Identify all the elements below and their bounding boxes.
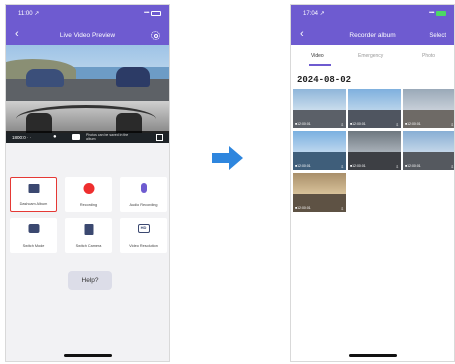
- live-preview-screen: 11:00 ↗ •••• ‹ Live Video Preview 1800:0…: [5, 4, 170, 362]
- switch-camera-icon: [84, 224, 93, 235]
- top-bar: 17:04 ↗ •••• ‹ Recorder album Select: [291, 5, 454, 45]
- tab-video[interactable]: Video: [311, 53, 324, 59]
- video-preview: 1800:0 · · ● Photos can be saved in the …: [6, 45, 169, 143]
- video-resolution-button[interactable]: HD Video Resolution: [120, 218, 167, 253]
- thumbnail-caption: ■12:00:01: [295, 206, 311, 210]
- battery-icon: [151, 11, 161, 16]
- snapshot-hint: Photos can be saved in the album: [86, 133, 129, 141]
- download-icon: ⇩: [340, 122, 344, 127]
- recorder-album-screen: 17:04 ↗ •••• ‹ Recorder album Select Vid…: [290, 4, 455, 362]
- thumbnail-caption: ■12:00:01: [405, 122, 421, 126]
- download-icon: ⇩: [340, 206, 344, 211]
- thumbnail-caption: ■12:00:01: [295, 122, 311, 126]
- dashcam-album-button[interactable]: Dashcam Album: [10, 177, 57, 212]
- switch-mode-button[interactable]: Switch Mode: [10, 218, 57, 253]
- recording-button[interactable]: Recording: [65, 177, 112, 212]
- status-time: 11:00 ↗: [18, 11, 40, 17]
- microphone-icon[interactable]: ●: [53, 134, 57, 140]
- video-thumbnail[interactable]: ■12:00:01 ⇩: [348, 131, 401, 170]
- home-indicator: [348, 354, 397, 357]
- video-thumbnail[interactable]: ■12:00:01 ⇩: [403, 131, 454, 170]
- resolution-readout: 1800:0 · ·: [12, 135, 32, 140]
- tile-label: Recording: [79, 203, 98, 207]
- battery-icon: [436, 11, 446, 16]
- video-thumbnail[interactable]: ■12:00:01 ⇩: [293, 131, 346, 170]
- thumbnail-caption: ■12:00:01: [350, 164, 366, 168]
- top-bar: 11:00 ↗ •••• ‹ Live Video Preview: [6, 5, 169, 45]
- download-icon: ⇩: [395, 164, 399, 169]
- download-icon: ⇩: [340, 164, 344, 169]
- active-tab-indicator: [309, 64, 331, 66]
- download-icon: ⇩: [450, 122, 454, 127]
- status-time: 17:04 ↗: [303, 11, 325, 17]
- tab-emergency[interactable]: Emergency: [358, 53, 383, 59]
- page-title: Live Video Preview: [59, 32, 116, 39]
- tile-label: Audio Recording: [129, 203, 158, 207]
- date-header: 2024-08-02: [297, 75, 352, 85]
- download-icon: ⇩: [450, 164, 454, 169]
- thumbnail-caption: ■12:00:01: [295, 164, 311, 168]
- home-indicator: [63, 354, 112, 357]
- video-thumbnail[interactable]: ■12:00:01 ⇩: [403, 89, 454, 128]
- album-tabs: Video Emergency Photo: [291, 45, 454, 67]
- tile-label: Switch Mode: [22, 244, 45, 248]
- microphone-icon: [140, 183, 147, 193]
- tile-label: Video Resolution: [129, 244, 158, 248]
- gear-icon[interactable]: [151, 31, 160, 40]
- tile-label: Switch Camera: [75, 244, 102, 248]
- download-icon: ⇩: [395, 122, 399, 127]
- status-bar: 11:00 ↗ ••••: [6, 9, 169, 19]
- signal-icon: ••••: [428, 10, 435, 16]
- video-thumbnail[interactable]: ■12:00:01 ⇩: [348, 89, 401, 128]
- resolution-icon: HD: [137, 224, 150, 233]
- thumbnail-caption: ■12:00:01: [350, 122, 366, 126]
- arrow-right-icon: [212, 146, 243, 170]
- preview-controls: 1800:0 · · ● Photos can be saved in the …: [6, 131, 169, 143]
- album-icon: [28, 184, 39, 193]
- snapshot-camera-icon[interactable]: [72, 134, 80, 140]
- tile-label: Dashcam Album: [19, 202, 48, 206]
- video-thumbnail[interactable]: ■12:00:01 ⇩: [293, 173, 346, 212]
- status-bar: 17:04 ↗ ••••: [291, 9, 454, 19]
- camera-icon: [28, 224, 39, 233]
- help-button[interactable]: Help?: [68, 271, 112, 290]
- select-button[interactable]: Select: [429, 30, 446, 42]
- video-thumbnail[interactable]: ■12:00:01 ⇩: [293, 89, 346, 128]
- record-icon: [83, 183, 94, 194]
- switch-camera-button[interactable]: Switch Camera: [65, 218, 112, 253]
- tab-photo[interactable]: Photo: [422, 53, 435, 59]
- fullscreen-icon[interactable]: [156, 134, 163, 141]
- signal-icon: ••••: [143, 10, 150, 16]
- audio-recording-button[interactable]: Audio Recording: [120, 177, 167, 212]
- thumbnail-caption: ■12:00:01: [405, 164, 421, 168]
